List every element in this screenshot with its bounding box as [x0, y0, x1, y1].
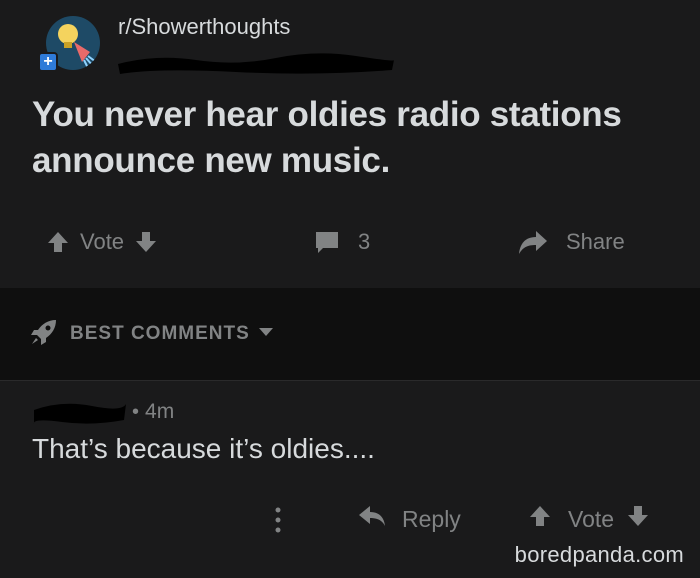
comment-icon — [314, 229, 340, 255]
downvote-icon[interactable] — [626, 504, 650, 534]
post-vote-label: Vote — [80, 229, 125, 254]
subreddit-avatar[interactable]: + — [38, 16, 100, 74]
comment-count: 3 — [358, 229, 371, 254]
meta-separator: • — [132, 400, 140, 423]
upvote-icon[interactable] — [46, 230, 70, 254]
share-button[interactable]: Share — [518, 222, 625, 262]
watermark: boredpanda.com — [514, 542, 684, 567]
comments-button[interactable]: 3 — [314, 222, 370, 262]
comment-meta: • 4m — [32, 395, 174, 429]
rocket-icon — [30, 318, 58, 351]
share-icon — [518, 229, 548, 255]
comment-actions-bar: Reply Vote — [0, 499, 700, 539]
share-label: Share — [566, 229, 625, 254]
reply-label: Reply — [402, 505, 461, 532]
comment-vote-label: Vote — [568, 505, 615, 532]
redacted-username-scribble — [116, 48, 396, 78]
subreddit-name[interactable]: r/Showerthoughts — [118, 14, 290, 40]
downvote-icon[interactable] — [134, 230, 158, 254]
comment-sort-bar: BEST COMMENTS — [0, 288, 700, 380]
comment-age: 4m — [145, 400, 175, 423]
upvote-icon[interactable] — [528, 504, 552, 534]
reply-icon — [358, 504, 386, 534]
comment-body: That’s because it’s oldies.... — [32, 433, 375, 464]
post-title[interactable]: You never hear oldies radio stations ann… — [32, 92, 682, 184]
comment-sort-dropdown[interactable]: BEST COMMENTS — [30, 318, 274, 350]
post-card: + r/Showerthoughts You never hear oldies… — [0, 0, 700, 288]
more-vertical-icon[interactable] — [270, 505, 286, 535]
sort-label: BEST COMMENTS — [70, 323, 250, 344]
post-actions-bar: Vote 3 Share — [0, 222, 700, 262]
join-plus-icon[interactable]: + — [38, 52, 58, 72]
post-header: + r/Showerthoughts — [38, 12, 678, 74]
post-vote-control: Vote — [46, 222, 158, 262]
comment-vote-control: Vote — [528, 499, 650, 539]
chevron-down-icon — [258, 325, 274, 343]
redacted-comment-author-scribble — [32, 396, 128, 428]
reply-button[interactable]: Reply — [358, 499, 461, 539]
